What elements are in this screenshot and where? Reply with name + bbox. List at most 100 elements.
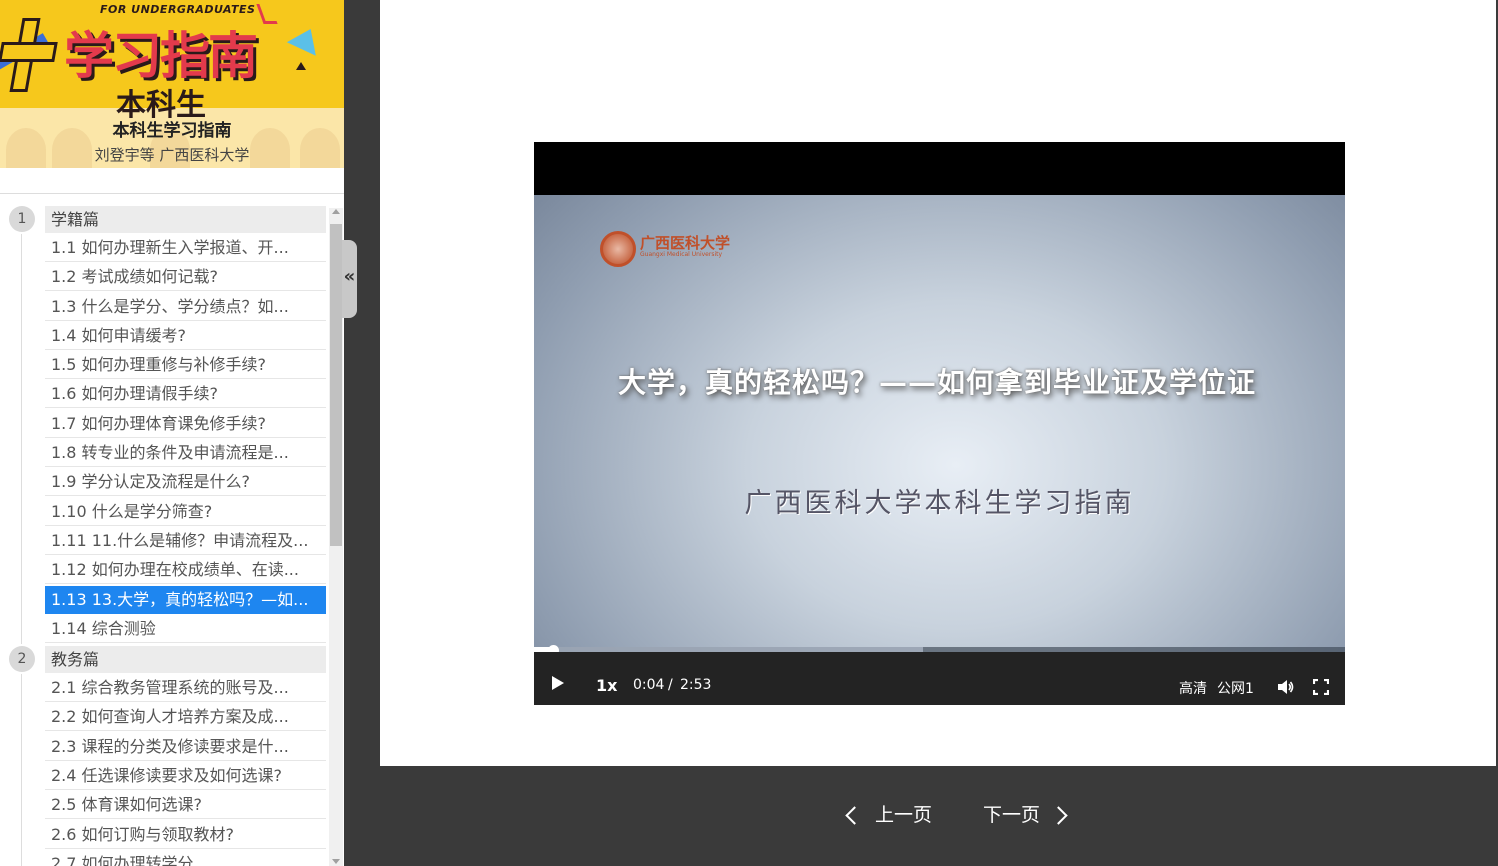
toc-item[interactable]: 2.1 综合教务管理系统的账号及... — [0, 674, 326, 704]
chevron-left-icon — [845, 806, 864, 825]
toc-tree-line — [21, 497, 22, 527]
toc-item-label: 1.2 考试成绩如何记载? — [45, 263, 326, 292]
toc-tree-line — [21, 439, 22, 469]
toc-chapter[interactable]: 2 教务篇 — [0, 644, 326, 674]
toc-chapter[interactable]: 1 学籍篇 — [0, 204, 326, 234]
book-author: 刘登宇等 广西医科大学 — [94, 146, 250, 164]
total-time: 2:53 — [680, 677, 712, 693]
toc-tree-line — [21, 380, 22, 410]
time-separator: / — [668, 677, 673, 693]
toc-item-label: 1.6 如何办理请假手续? — [45, 380, 326, 409]
toc-tree-line — [21, 614, 22, 645]
toc-tree-line — [21, 526, 22, 557]
toc-item[interactable]: 1.4 如何申请缓考? — [0, 321, 326, 352]
toc-item-label: 1.7 如何办理体育课免修手续? — [45, 410, 326, 438]
divider — [0, 193, 344, 194]
table-of-contents: 1 学籍篇 1.1 如何办理新生入学报道、开... 1.2 考试成绩如何记载? 1.3 … — [0, 204, 326, 866]
toc-item[interactable]: 1.9 学分认定及流程是什么? — [0, 468, 326, 498]
toc-tree-line — [21, 351, 22, 381]
next-page-label: 下一页 — [983, 804, 1041, 826]
toc-item-label: 2.5 体育课如何选课? — [45, 791, 326, 820]
toc-item-label: 2.7 如何办理转学分 — [45, 850, 326, 866]
toc-item[interactable]: 2.2 如何查询人才培养方案及成... — [0, 703, 326, 733]
fullscreen-icon[interactable] — [1313, 679, 1329, 695]
toc-item[interactable]: 1.14 综合测验 — [0, 614, 326, 645]
chapter-label: 教务篇 — [45, 646, 326, 674]
toc-item[interactable]: 1.12 如何办理在校成绩单、在读... — [0, 556, 326, 586]
toc-tree-line — [21, 321, 22, 352]
toc-item-label: 2.2 如何查询人才培养方案及成... — [45, 703, 326, 732]
cover-en-tagline: FOR UNDERGRADUATES — [100, 3, 256, 16]
toc-item-label: 1.11 11.什么是辅修？申请流程及... — [45, 527, 326, 555]
chevron-right-icon — [1049, 806, 1068, 825]
scroll-down-arrow-icon[interactable] — [332, 859, 340, 864]
sidebar: FOR UNDERGRADUATES 学习指南 本科生 本科生学习指南 刘登宇等… — [0, 0, 344, 866]
content-area: 广西医科大学 Guangxi Medical University 大学，真的轻… — [380, 0, 1496, 766]
toc-item-label: 1.1 如何办理新生入学报道、开... — [45, 234, 326, 262]
prev-page-label: 上一页 — [875, 804, 933, 826]
toc-item[interactable]: 1.3 什么是学分、学分绩点？如... — [0, 292, 326, 322]
cover-plus-decoration — [0, 42, 58, 62]
toc-item-label: 1.13 13.大学，真的轻松吗？—如... — [45, 585, 326, 614]
toc-item-label: 1.10 什么是学分筛查? — [45, 498, 326, 526]
next-page-button[interactable]: 下一页 — [983, 800, 1068, 830]
toc-item-label: 1.9 学分认定及流程是什么? — [45, 468, 326, 497]
toc-scrollbar-thumb[interactable] — [330, 224, 342, 546]
cover-big-text: 学习指南 — [64, 26, 258, 85]
video-subline: 广西医科大学本科生学习指南 — [744, 488, 1135, 519]
toc-item-label: 1.8 转专业的条件及申请流程是... — [45, 439, 326, 468]
quality-button[interactable]: 高清 — [1179, 678, 1207, 698]
toc-item[interactable]: 1.5 如何办理重修与补修手续? — [0, 351, 326, 381]
video-player[interactable]: 广西医科大学 Guangxi Medical University 大学，真的轻… — [534, 142, 1345, 705]
toc-item[interactable]: 1.1 如何办理新生入学报道、开... — [0, 234, 326, 264]
toc-item[interactable]: 1.10 什么是学分筛查? — [0, 497, 326, 527]
toc-tree-line — [21, 556, 22, 586]
toc-item-label: 2.3 课程的分类及修读要求是什... — [45, 733, 326, 761]
toc-tree-line — [21, 674, 22, 704]
line-select-button[interactable]: 公网1 — [1217, 678, 1254, 698]
toc-item-label: 2.6 如何订购与领取教材? — [45, 821, 326, 849]
scroll-up-arrow-icon[interactable] — [332, 209, 340, 214]
playback-speed-button[interactable]: 1x — [596, 676, 617, 695]
toc-item[interactable]: 1.6 如何办理请假手续? — [0, 380, 326, 410]
toc-tree-line — [21, 732, 22, 763]
toc-item[interactable]: 2.3 课程的分类及修读要求是什... — [0, 732, 326, 763]
toc-item[interactable]: 2.5 体育课如何选课? — [0, 791, 326, 821]
toc-item[interactable]: 2.7 如何办理转学分 — [0, 849, 326, 866]
play-icon[interactable] — [552, 676, 564, 690]
toc-tree-line — [21, 263, 22, 293]
video-frame[interactable]: 广西医科大学 Guangxi Medical University 大学，真的轻… — [534, 195, 1345, 705]
toc-tree-line — [21, 292, 22, 322]
cover-triangle-decoration — [296, 62, 306, 70]
current-time: 0:04 — [633, 677, 665, 693]
toc-item-label: 1.3 什么是学分、学分绩点？如... — [45, 293, 326, 321]
toc-tree-line — [21, 820, 22, 850]
chapter-number-badge: 2 — [9, 646, 35, 673]
toc-item[interactable]: 1.2 考试成绩如何记载? — [0, 263, 326, 293]
book-cover: FOR UNDERGRADUATES 学习指南 本科生 本科生学习指南 刘登宇等… — [0, 0, 344, 168]
toc-tree-line — [21, 791, 22, 821]
toc-item-label: 1.4 如何申请缓考? — [45, 322, 326, 350]
university-seal-icon — [600, 231, 636, 267]
toc-item-label: 2.4 任选课修读要求及如何选课? — [45, 762, 326, 791]
toc-item[interactable]: 2.6 如何订购与领取教材? — [0, 820, 326, 850]
prev-page-button[interactable]: 上一页 — [844, 800, 932, 830]
toc-item-active[interactable]: 1.13 13.大学，真的轻松吗？—如... — [0, 585, 326, 615]
sidebar-collapse-button[interactable]: « — [342, 240, 357, 318]
video-logo-name: 广西医科大学 — [640, 234, 731, 252]
chapter-label: 学籍篇 — [45, 206, 326, 233]
toc-item[interactable]: 1.8 转专业的条件及申请流程是... — [0, 439, 326, 469]
toc-tree-line — [21, 703, 22, 733]
volume-icon[interactable] — [1276, 678, 1294, 696]
toc-item[interactable]: 1.7 如何办理体育课免修手续? — [0, 409, 326, 440]
toc-tree-line — [21, 849, 22, 866]
toc-tree-line — [21, 468, 22, 498]
video-controls: 1x 0:04 / 2:53 高清 公网1 — [534, 652, 1345, 705]
video-logo-en: Guangxi Medical University — [640, 251, 723, 258]
toc-tree-line — [21, 585, 22, 615]
toc-tree-line — [21, 234, 22, 264]
chapter-number-badge: 1 — [9, 206, 35, 232]
toc-item[interactable]: 2.4 任选课修读要求及如何选课? — [0, 762, 326, 792]
toc-item[interactable]: 1.11 11.什么是辅修？申请流程及... — [0, 526, 326, 557]
toc-item-label: 1.12 如何办理在校成绩单、在读... — [45, 556, 326, 585]
